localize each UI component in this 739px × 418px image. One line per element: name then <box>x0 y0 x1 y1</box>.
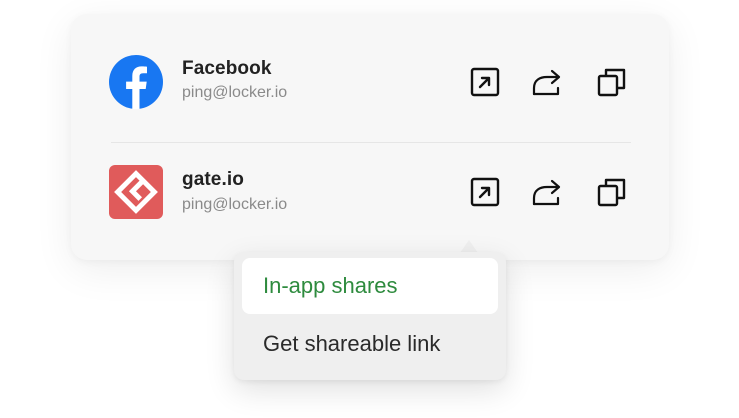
copy-icon <box>597 68 626 97</box>
share-icon <box>532 179 561 206</box>
menu-item-in-app-shares[interactable]: In-app shares <box>242 258 498 314</box>
account-name: Facebook <box>182 58 272 79</box>
open-external-icon <box>470 177 500 207</box>
share-menu: In-app shares Get shareable link <box>234 252 506 380</box>
accounts-card: Facebook ping@locker.io gate.io ping@loc… <box>71 14 669 260</box>
account-name: gate.io <box>182 169 244 190</box>
facebook-logo-svg <box>109 55 163 109</box>
stage: Facebook ping@locker.io gate.io ping@loc… <box>0 0 739 418</box>
account-row[interactable]: gate.io ping@locker.io <box>71 138 669 248</box>
open-external-icon <box>470 67 500 97</box>
copy-button[interactable] <box>596 176 628 208</box>
account-email: ping@locker.io <box>182 84 288 101</box>
account-row[interactable]: Facebook ping@locker.io <box>71 28 669 138</box>
copy-button[interactable] <box>596 66 628 98</box>
gateio-logo-svg <box>109 165 163 219</box>
share-button[interactable] <box>531 66 563 98</box>
share-icon <box>532 69 561 96</box>
open-external-button[interactable] <box>469 66 501 98</box>
account-email: ping@locker.io <box>182 196 288 213</box>
copy-icon <box>597 178 626 207</box>
open-external-button[interactable] <box>469 176 501 208</box>
gateio-logo-icon <box>109 165 163 219</box>
facebook-logo-icon <box>109 55 163 109</box>
menu-item-get-shareable-link[interactable]: Get shareable link <box>242 316 498 372</box>
share-button[interactable] <box>531 176 563 208</box>
